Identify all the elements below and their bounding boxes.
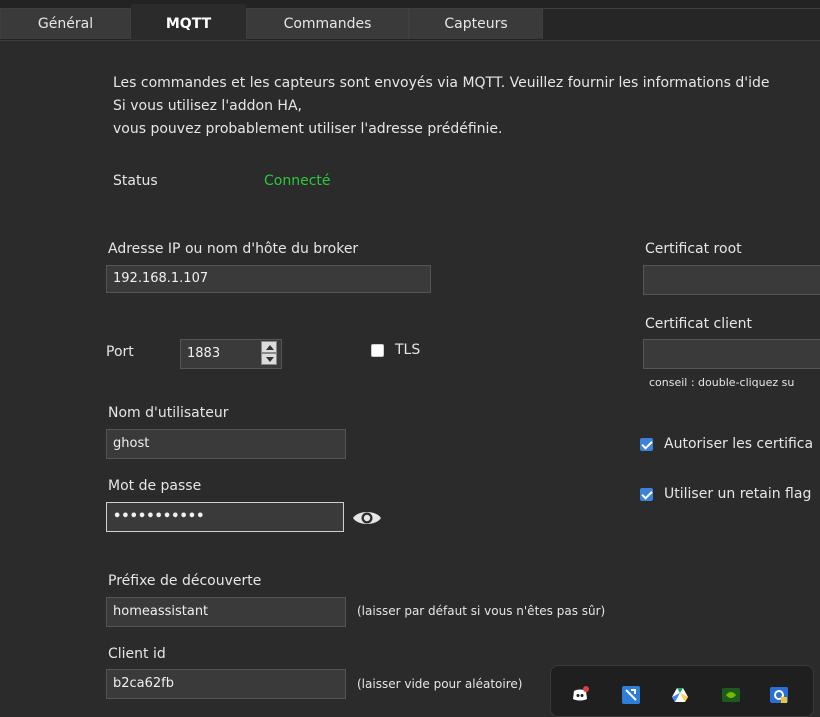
intro-line-2: Si vous utilisez l'addon HA, bbox=[113, 98, 302, 114]
nvidia-icon[interactable] bbox=[722, 686, 740, 704]
username-input[interactable]: ghost bbox=[106, 429, 346, 459]
retain-flag-label: Utiliser un retain flag bbox=[664, 486, 812, 502]
google-drive-icon[interactable] bbox=[671, 686, 689, 704]
intro-line-3: vous pouvez probablement utiliser l'adre… bbox=[113, 121, 503, 137]
discovery-label: Préfixe de découverte bbox=[108, 573, 262, 589]
chevron-up-icon bbox=[266, 345, 274, 350]
client-id-input[interactable]: b2ca62fb bbox=[106, 669, 346, 699]
eye-icon[interactable] bbox=[352, 509, 382, 527]
retain-flag-checkbox[interactable] bbox=[640, 488, 653, 501]
status-label: Status bbox=[113, 173, 158, 189]
port-increment-button[interactable] bbox=[261, 341, 277, 353]
discovery-input[interactable]: homeassistant bbox=[106, 597, 346, 627]
port-spinbox[interactable]: 1883 bbox=[180, 339, 282, 369]
discord-icon[interactable] bbox=[571, 686, 589, 704]
client-id-label: Client id bbox=[108, 646, 166, 662]
chevron-down-icon bbox=[266, 357, 274, 362]
broker-input[interactable]: 192.168.1.107 bbox=[106, 265, 431, 293]
client-cert-input[interactable] bbox=[643, 339, 820, 369]
tab-bar-empty bbox=[543, 8, 820, 40]
tab-capteurs[interactable]: Capteurs bbox=[409, 8, 543, 39]
port-label: Port bbox=[106, 344, 134, 360]
tab-commandes[interactable]: Commandes bbox=[246, 8, 409, 39]
username-label: Nom d'utilisateur bbox=[108, 405, 229, 421]
settings-app-icon[interactable] bbox=[770, 686, 788, 704]
root-cert-input[interactable] bbox=[643, 265, 820, 295]
port-stepper[interactable] bbox=[261, 340, 279, 366]
broker-label: Adresse IP ou nom d'hôte du broker bbox=[108, 241, 359, 257]
client-cert-hint: conseil : double-cliquez su bbox=[649, 376, 795, 389]
tls-label: TLS bbox=[395, 342, 421, 358]
network-tool-icon[interactable] bbox=[622, 686, 640, 704]
client-id-hint: (laisser vide pour aléatoire) bbox=[357, 677, 523, 691]
password-label: Mot de passe bbox=[108, 478, 202, 494]
port-decrement-button[interactable] bbox=[261, 353, 277, 365]
tab-mqtt[interactable]: MQTT bbox=[131, 4, 246, 40]
root-cert-label: Certificat root bbox=[645, 241, 742, 257]
discovery-hint: (laisser par défaut si vous n'êtes pas s… bbox=[357, 604, 606, 618]
client-cert-label: Certificat client bbox=[645, 316, 753, 332]
status-value: Connecté bbox=[264, 173, 331, 189]
password-input[interactable]: ••••••••••• bbox=[106, 502, 344, 532]
tls-checkbox[interactable] bbox=[371, 344, 384, 357]
tab-general[interactable]: Général bbox=[0, 8, 131, 39]
intro-line-1: Les commandes et les capteurs sont envoy… bbox=[113, 75, 770, 91]
allow-certs-label: Autoriser les certifica bbox=[664, 436, 814, 452]
allow-certs-checkbox[interactable] bbox=[640, 438, 653, 451]
port-value: 1883 bbox=[187, 346, 221, 361]
